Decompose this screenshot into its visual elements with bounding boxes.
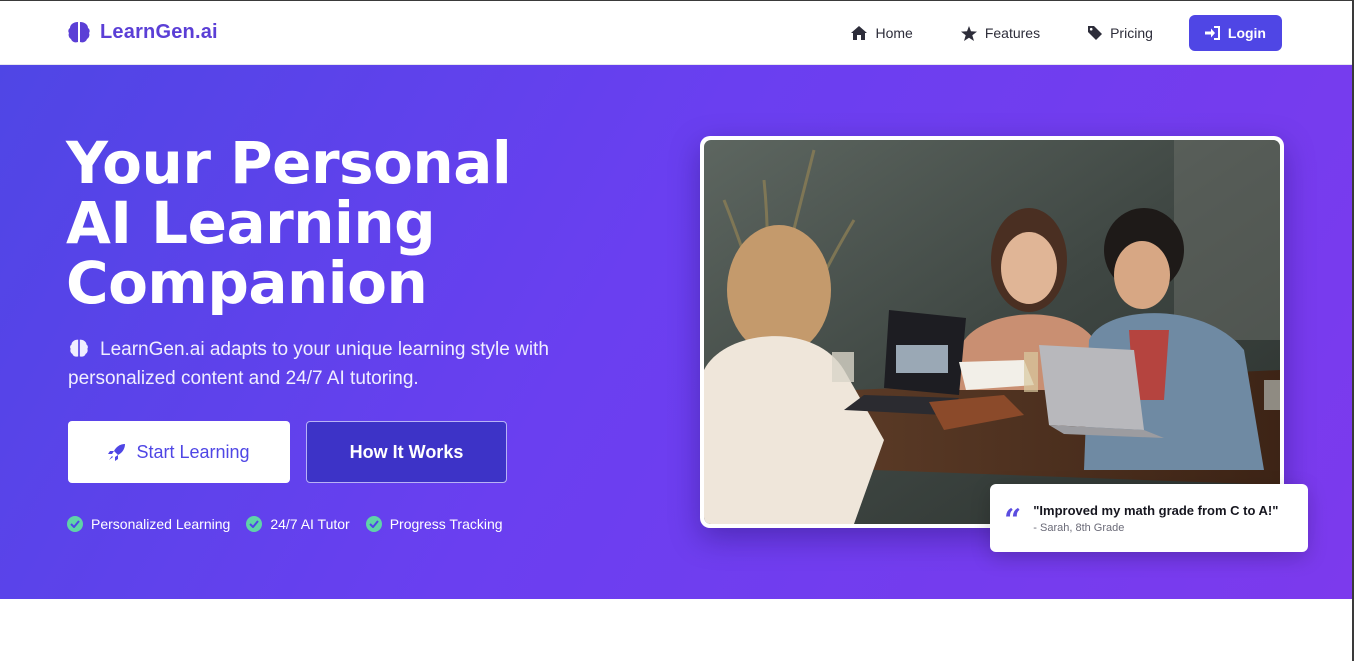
navbar: LearnGen.ai Home Features Pricing Login — [0, 1, 1352, 65]
feature-label: 24/7 AI Tutor — [270, 516, 350, 532]
check-circle-icon — [67, 516, 83, 532]
tag-icon — [1088, 26, 1103, 40]
hero-subtitle-text: LearnGen.ai adapts to your unique learni… — [68, 339, 549, 389]
feature-item: Progress Tracking — [365, 516, 503, 532]
home-icon — [851, 26, 868, 40]
how-it-works-label: How It Works — [349, 441, 464, 462]
how-it-works-button[interactable]: How It Works — [306, 421, 507, 483]
hero-image-frame — [700, 136, 1284, 528]
start-learning-label: Start Learning — [136, 441, 250, 462]
testimonial-card: “ "Improved my math grade from C to A!" … — [990, 484, 1308, 552]
feature-label: Progress Tracking — [389, 516, 503, 532]
login-button[interactable]: Login — [1188, 15, 1282, 51]
nav-pricing-label: Pricing — [1110, 25, 1153, 41]
feature-list: Personalized Learning 24/7 AI Tutor Prog… — [67, 516, 503, 532]
sign-in-icon — [1204, 26, 1220, 40]
rocket-icon — [108, 444, 126, 461]
star-icon — [960, 25, 977, 41]
hero-title-line: Your Personal — [66, 129, 512, 197]
check-circle-icon — [246, 516, 263, 532]
nav-home-label: Home — [875, 25, 913, 41]
feature-item: 24/7 AI Tutor — [246, 516, 350, 532]
testimonial-quote: "Improved my math grade from C to A!" — [1033, 502, 1279, 518]
hero-title: Your Personal AI Learning Companion — [66, 133, 626, 313]
start-learning-button[interactable]: Start Learning — [68, 421, 290, 483]
hero-subtitle: LearnGen.ai adapts to your unique learni… — [68, 335, 608, 393]
brain-icon — [68, 22, 90, 43]
students-photo — [704, 140, 1280, 524]
login-label: Login — [1227, 25, 1266, 41]
brand-name: LearnGen.ai — [100, 20, 218, 43]
hero-title-line: Companion — [66, 249, 428, 317]
check-circle-icon — [365, 516, 382, 532]
quote-icon: “ — [1004, 503, 1022, 538]
feature-item: Personalized Learning — [67, 516, 230, 532]
testimonial-author: - Sarah, 8th Grade — [1033, 521, 1125, 534]
hero-photo — [704, 140, 1280, 524]
brand-logo[interactable]: LearnGen.ai — [66, 19, 218, 45]
nav-features[interactable]: Features — [937, 15, 1064, 51]
nav-features-label: Features — [984, 25, 1041, 41]
nav-pricing[interactable]: Pricing — [1064, 15, 1177, 51]
nav-home[interactable]: Home — [827, 15, 936, 51]
feature-label: Personalized Learning — [91, 516, 231, 532]
testimonial-body: "Improved my math grade from C to A!" - … — [1033, 503, 1278, 534]
nav-links: Home Features Pricing Login — [827, 15, 1282, 51]
brain-icon — [70, 339, 88, 357]
hero-title-line: AI Learning — [66, 189, 436, 257]
